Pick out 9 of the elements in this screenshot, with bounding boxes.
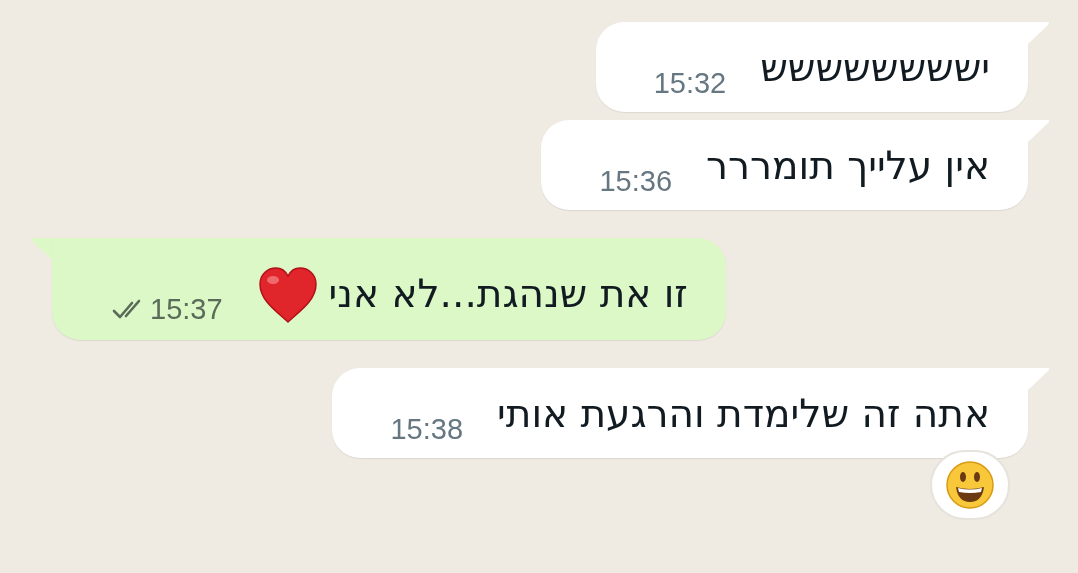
- message-time: 15:37: [150, 293, 223, 326]
- message-text: אתה זה שלימדת והרגעת אותי: [497, 390, 990, 438]
- message-text: ישששששששש: [760, 44, 990, 92]
- message-time: 15:38: [390, 413, 464, 446]
- smiley-icon: [945, 460, 995, 510]
- message-time: 15:36: [599, 165, 673, 198]
- message-time: 15:32: [653, 67, 727, 100]
- message-text: זו את שנהגת...לא אני: [328, 270, 688, 318]
- message-text: אין עלייך תומררר: [706, 142, 990, 190]
